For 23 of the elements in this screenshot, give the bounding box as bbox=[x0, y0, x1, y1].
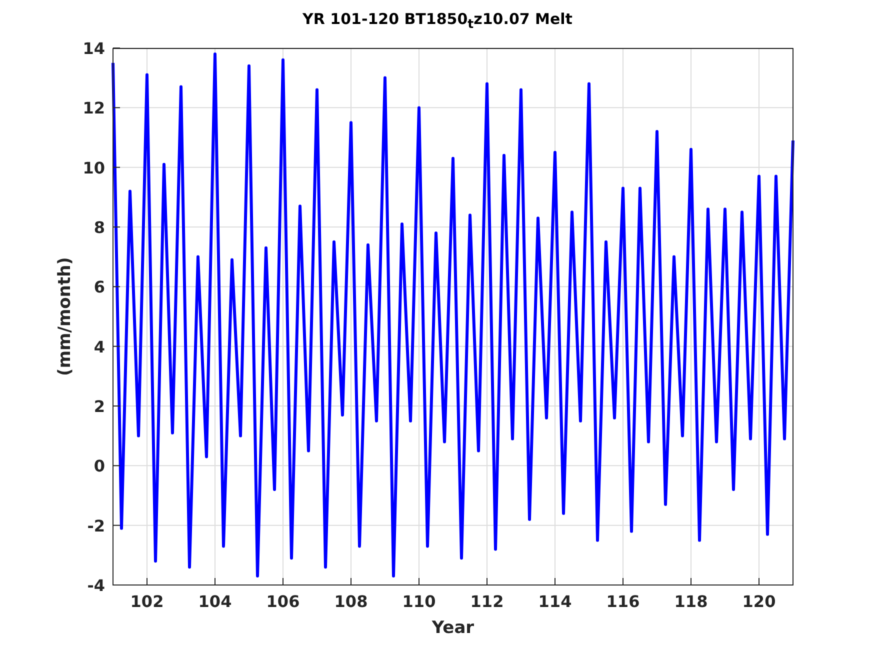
tick-label: 114 bbox=[538, 592, 572, 611]
y-axis-label: (mm/month) bbox=[55, 257, 75, 376]
tick-label: 14 bbox=[82, 39, 105, 58]
tick-label: 106 bbox=[266, 592, 300, 611]
tick-label: 10 bbox=[82, 158, 105, 178]
x-axis-label: Year bbox=[432, 618, 474, 638]
tick-label: 12 bbox=[82, 98, 105, 118]
tick-label: 110 bbox=[402, 592, 436, 611]
tick-label: 108 bbox=[334, 592, 368, 611]
tick-label: 2 bbox=[94, 397, 105, 416]
tick-label: 112 bbox=[470, 592, 504, 611]
tick-label: 118 bbox=[674, 592, 708, 611]
tick-label: 104 bbox=[198, 592, 232, 611]
tick-label: -2 bbox=[87, 516, 105, 536]
tick-label: -4 bbox=[87, 576, 105, 595]
tick-label: 102 bbox=[130, 592, 164, 611]
tick-label: 4 bbox=[94, 337, 105, 356]
chart-title: YR 101-120 BT1850$_{t}$z10.07 Melt bbox=[302, 12, 572, 32]
tick-label: 8 bbox=[94, 218, 105, 237]
tick-label: 120 bbox=[742, 592, 776, 611]
tick-label: 0 bbox=[94, 456, 105, 476]
tick-label: 116 bbox=[606, 592, 640, 611]
tick-label: 6 bbox=[94, 278, 105, 297]
